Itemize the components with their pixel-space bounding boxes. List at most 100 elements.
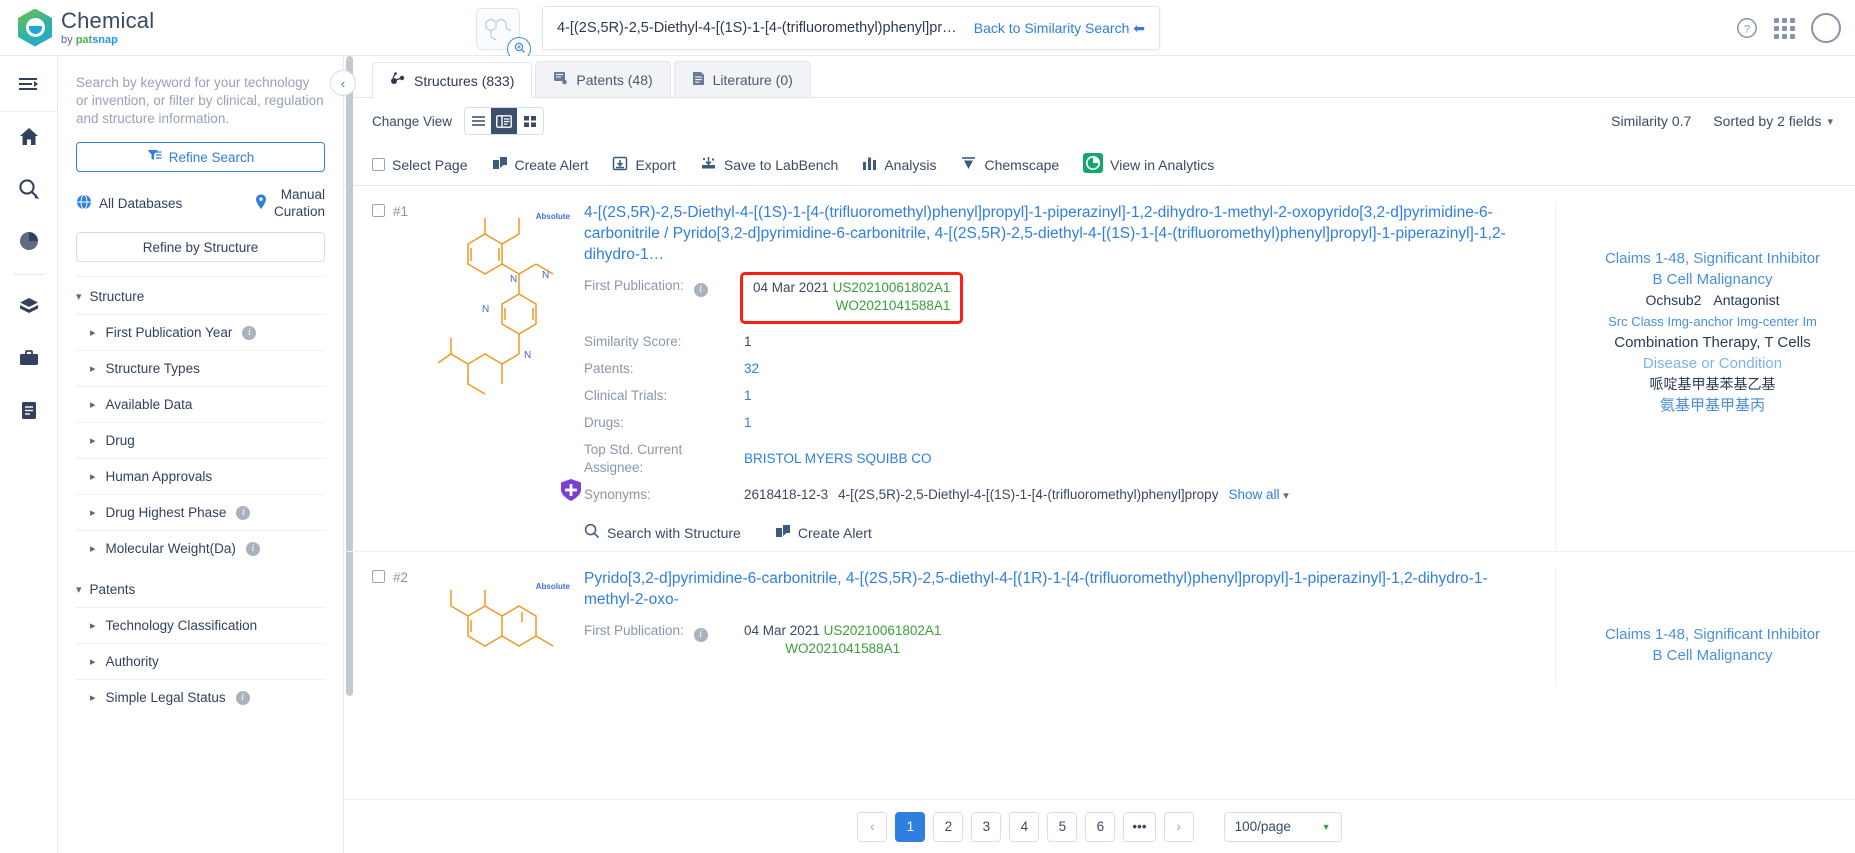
- sort-selector[interactable]: Sorted by 2 fields ▾: [1713, 113, 1833, 129]
- analysis-button[interactable]: Analysis: [862, 156, 936, 174]
- save-to-labbench-button[interactable]: Save to LabBench: [700, 156, 838, 174]
- structure-image[interactable]: Absolute: [424, 568, 584, 687]
- shield-badge-icon[interactable]: [560, 478, 582, 505]
- search-with-structure-button[interactable]: Search with Structure: [584, 523, 741, 542]
- tab-literature[interactable]: Literature (0): [673, 61, 811, 97]
- filter-row-technology-classification[interactable]: ▸ Technology Classification: [76, 607, 325, 643]
- refine-search-button[interactable]: Refine Search: [76, 142, 325, 172]
- create-alert-button[interactable]: Create Alert: [775, 523, 872, 542]
- result-title[interactable]: 4-[(2S,5R)-2,5-Diethyl-4-[(1S)-1-[4-(tri…: [584, 202, 1537, 265]
- filter-group-header[interactable]: ▾ Structure: [76, 277, 325, 314]
- back-arrow-icon: ⬅: [1133, 19, 1145, 36]
- sidebar-item-analytics[interactable]: [0, 216, 58, 268]
- info-icon[interactable]: i: [242, 325, 257, 340]
- all-databases-selector[interactable]: All Databases: [76, 194, 182, 213]
- sidebar-item-reports[interactable]: [0, 385, 58, 437]
- sidebar-item-workspace[interactable]: [0, 281, 58, 333]
- info-icon[interactable]: i: [236, 505, 251, 520]
- filter-row-structure-types[interactable]: ▸ Structure Types: [76, 350, 325, 386]
- per-page-selector[interactable]: 100/page ▼: [1223, 811, 1342, 842]
- brand-logo[interactable]: Chemical by patsnap: [18, 8, 154, 47]
- page-ellipsis[interactable]: •••: [1123, 811, 1156, 842]
- export-button[interactable]: Export: [612, 156, 676, 174]
- chemscape-button[interactable]: Chemscape: [960, 156, 1059, 174]
- page-button-2[interactable]: 2: [933, 811, 964, 842]
- info-icon[interactable]: i: [693, 628, 708, 642]
- filter-row-drug[interactable]: ▸ Drug: [76, 422, 325, 458]
- tab-patents[interactable]: Patents (48): [535, 61, 671, 97]
- field-value[interactable]: 1: [744, 414, 752, 432]
- filter-row-authority[interactable]: ▸ Authority: [76, 643, 325, 679]
- pie-chart-icon: [18, 230, 40, 255]
- field-value[interactable]: 32: [744, 360, 759, 378]
- info-icon[interactable]: i: [245, 541, 260, 556]
- tag-item[interactable]: B Cell Malignancy: [1570, 645, 1855, 666]
- filter-row-molecular-weight[interactable]: ▸ Molecular Weight(Da) i: [76, 530, 325, 566]
- filter-row-drug-highest-phase[interactable]: ▸ Drug Highest Phase i: [76, 494, 325, 530]
- first-publication-us-number[interactable]: US20210061802A1: [833, 280, 951, 295]
- grid-tiles-icon[interactable]: [517, 108, 543, 134]
- page-button-6[interactable]: 6: [1085, 811, 1116, 842]
- tag-item[interactable]: Claims 1-48, Significant Inhibitor: [1570, 624, 1855, 645]
- filter-row-available-data[interactable]: ▸ Available Data: [76, 386, 325, 422]
- sidebar-item-home[interactable]: [0, 112, 58, 164]
- sidebar-item-projects[interactable]: [0, 333, 58, 385]
- page-button-4[interactable]: 4: [1009, 811, 1040, 842]
- similarity-threshold-label[interactable]: Similarity 0.7: [1611, 113, 1691, 129]
- tag-item[interactable]: Disease or Condition: [1570, 353, 1855, 374]
- checkbox-icon[interactable]: [372, 158, 385, 171]
- create-alert-label: Create Alert: [797, 524, 872, 541]
- info-icon[interactable]: i: [235, 690, 250, 705]
- molecule-thumbnail-icon[interactable]: [476, 8, 531, 61]
- field-value[interactable]: BRISTOL MYERS SQUIBB CO: [744, 441, 932, 468]
- user-avatar-icon[interactable]: [1811, 13, 1841, 43]
- first-publication-wo-number[interactable]: WO2021041588A1: [744, 640, 941, 658]
- filter-group-header[interactable]: ▾ Patents: [76, 570, 325, 607]
- page-button-5[interactable]: 5: [1047, 811, 1078, 842]
- select-page-button[interactable]: Select Page: [372, 157, 468, 173]
- search-input[interactable]: 4-[(2S,5R)-2,5-Diethyl-4-[(1S)-1-[4-(tri…: [557, 20, 962, 36]
- info-icon[interactable]: i: [693, 283, 708, 297]
- page-button-1[interactable]: 1: [895, 811, 926, 842]
- first-publication-us-number[interactable]: US20210061802A1: [824, 623, 942, 638]
- tab-structures[interactable]: Structures (833): [372, 62, 533, 98]
- page-button-3[interactable]: 3: [971, 811, 1002, 842]
- tag-item[interactable]: Antagonist: [1713, 292, 1779, 308]
- filter-row-simple-legal-status[interactable]: ▸ Simple Legal Status i: [76, 679, 325, 715]
- tag-item[interactable]: 哌啶基甲基苯基乙基: [1570, 374, 1855, 395]
- field-value[interactable]: 1: [744, 387, 752, 405]
- result-title[interactable]: Pyrido[3,2-d]pyrimidine-6-carbonitrile, …: [584, 568, 1537, 610]
- tag-item[interactable]: 氨基甲基甲基丙: [1570, 395, 1855, 416]
- apps-grid-icon[interactable]: [1774, 17, 1795, 39]
- tag-item[interactable]: Claims 1-48, Significant Inhibitor: [1570, 248, 1855, 269]
- first-publication-wo-number[interactable]: WO2021041588A1: [753, 297, 951, 315]
- tag-item-row[interactable]: Ochsub2 Antagonist: [1570, 290, 1855, 311]
- refine-by-structure-button[interactable]: Refine by Structure: [76, 232, 325, 262]
- collapse-sidebar-button[interactable]: ‹: [330, 70, 356, 96]
- filter-row-human-approvals[interactable]: ▸ Human Approvals: [76, 458, 325, 494]
- show-all-label: Show all: [1228, 487, 1280, 502]
- chemscape-label: Chemscape: [984, 156, 1060, 173]
- show-all-synonyms-button[interactable]: Show all ▾: [1228, 486, 1288, 505]
- tag-item[interactable]: B Cell Malignancy: [1570, 269, 1855, 290]
- checkbox-icon[interactable]: [372, 204, 385, 217]
- prev-page-button[interactable]: ‹: [857, 811, 888, 842]
- tag-item[interactable]: Combination Therapy, T Cells: [1570, 332, 1855, 353]
- sidebar-item-search[interactable]: [0, 164, 58, 216]
- view-in-analytics-button[interactable]: View in Analytics: [1083, 153, 1214, 176]
- tag-item[interactable]: Src Class Img-anchor Img-center Im: [1570, 311, 1855, 332]
- manual-curation-group[interactable]: Manual Curation: [255, 186, 325, 220]
- chemscape-icon: [960, 156, 977, 174]
- list-lines-icon[interactable]: [465, 108, 491, 134]
- expand-sidebar-icon[interactable]: [0, 56, 58, 112]
- filter-row-first-publication-year[interactable]: ▸ First Publication Year i: [76, 314, 325, 350]
- next-page-button[interactable]: ›: [1163, 811, 1194, 842]
- checkbox-icon[interactable]: [372, 570, 385, 583]
- structure-image[interactable]: Absolute: [424, 202, 584, 551]
- search-bar[interactable]: 4-[(2S,5R)-2,5-Diethyl-4-[(1S)-1-[4-(tri…: [542, 6, 1160, 50]
- create-alert-button[interactable]: Create Alert: [492, 156, 588, 174]
- help-circle-icon[interactable]: ?: [1736, 17, 1758, 39]
- tag-item[interactable]: Ochsub2: [1645, 292, 1701, 308]
- detail-rows-icon[interactable]: [491, 108, 518, 134]
- back-to-similarity-search-link[interactable]: Back to Similarity Search ⬅: [974, 20, 1145, 37]
